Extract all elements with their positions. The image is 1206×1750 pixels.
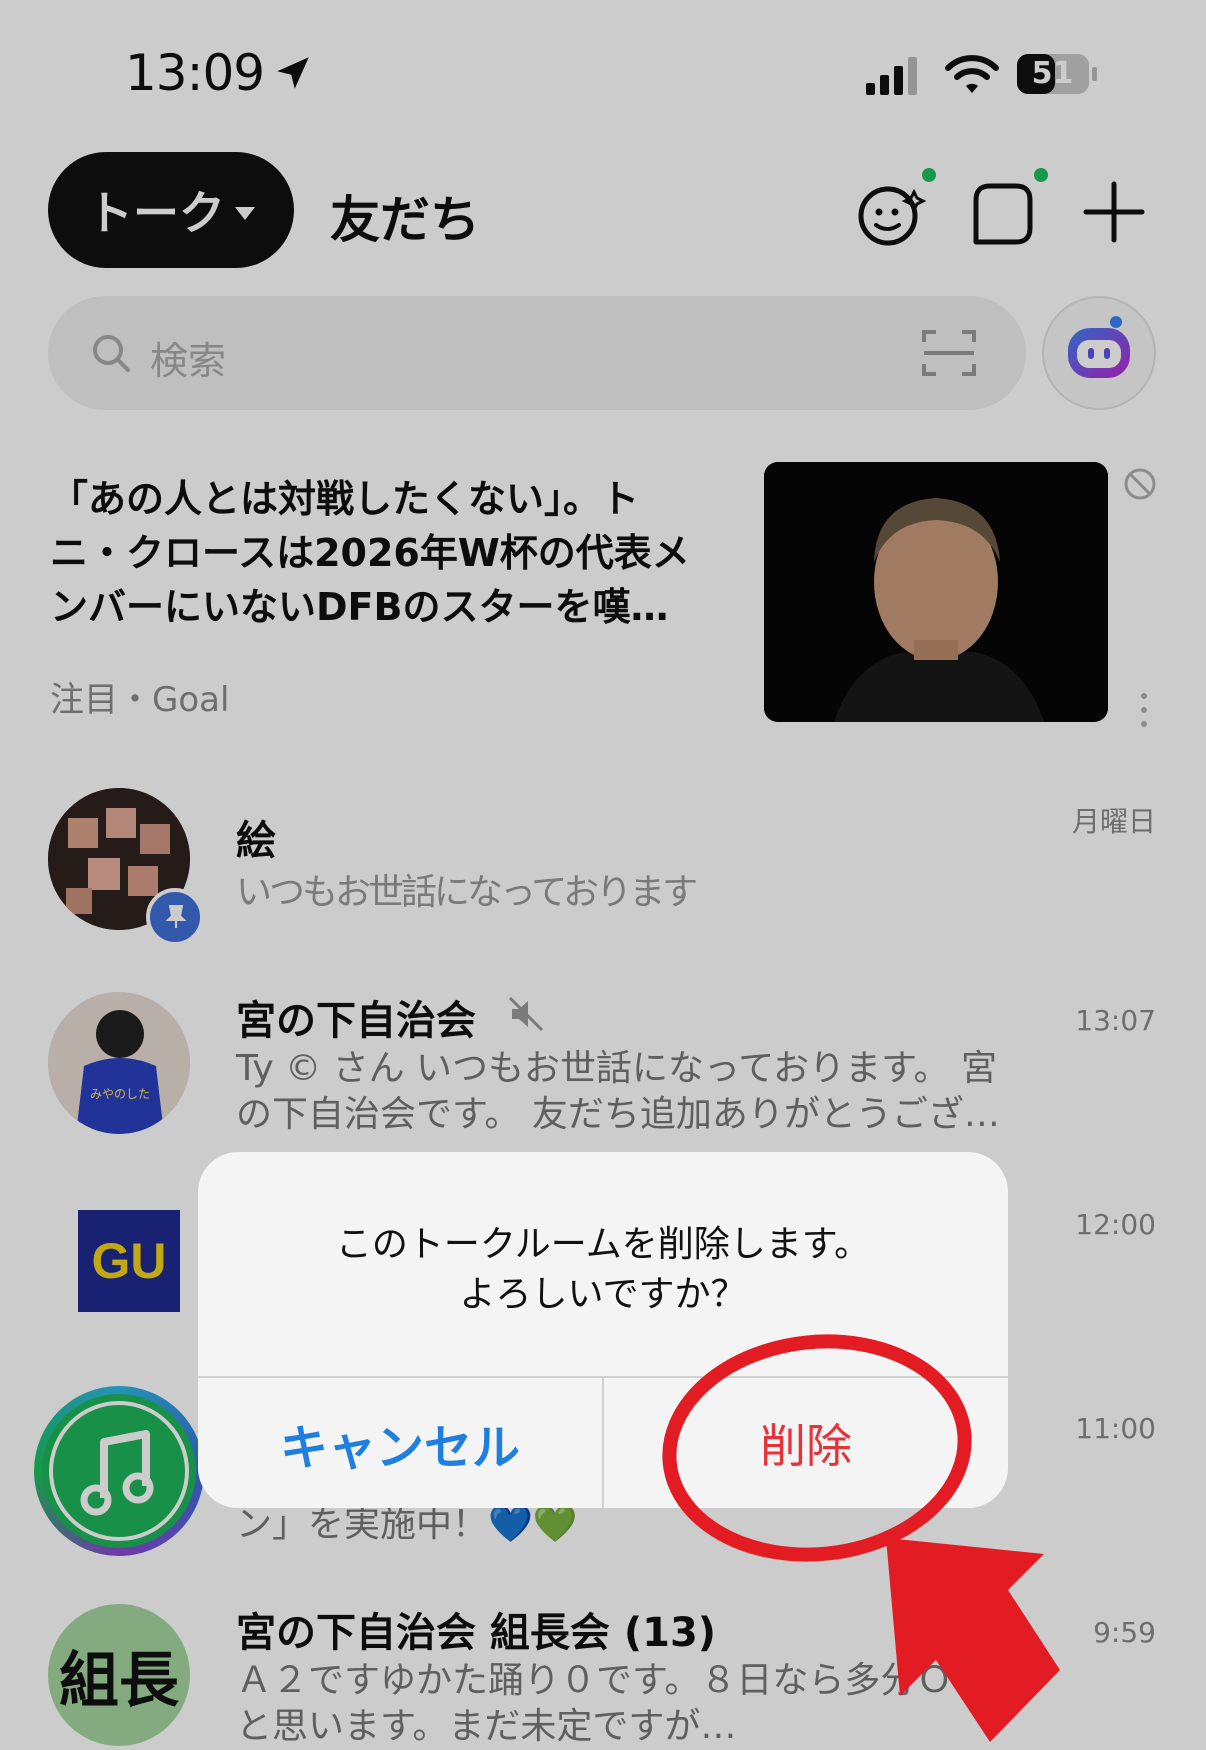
dialog-message-line2: よろしいですか？ <box>459 1274 747 1315</box>
delete-button[interactable]: 削除 <box>604 1378 1008 1508</box>
cancel-button[interactable]: キャンセル <box>198 1378 602 1508</box>
delete-confirm-dialog: このトークルームを削除します。 よろしいですか？ キャンセル 削除 <box>198 1152 1008 1508</box>
dialog-message: このトークルームを削除します。 よろしいですか？ <box>198 1220 1008 1320</box>
dialog-message-line1: このトークルームを削除します。 <box>335 1224 871 1265</box>
